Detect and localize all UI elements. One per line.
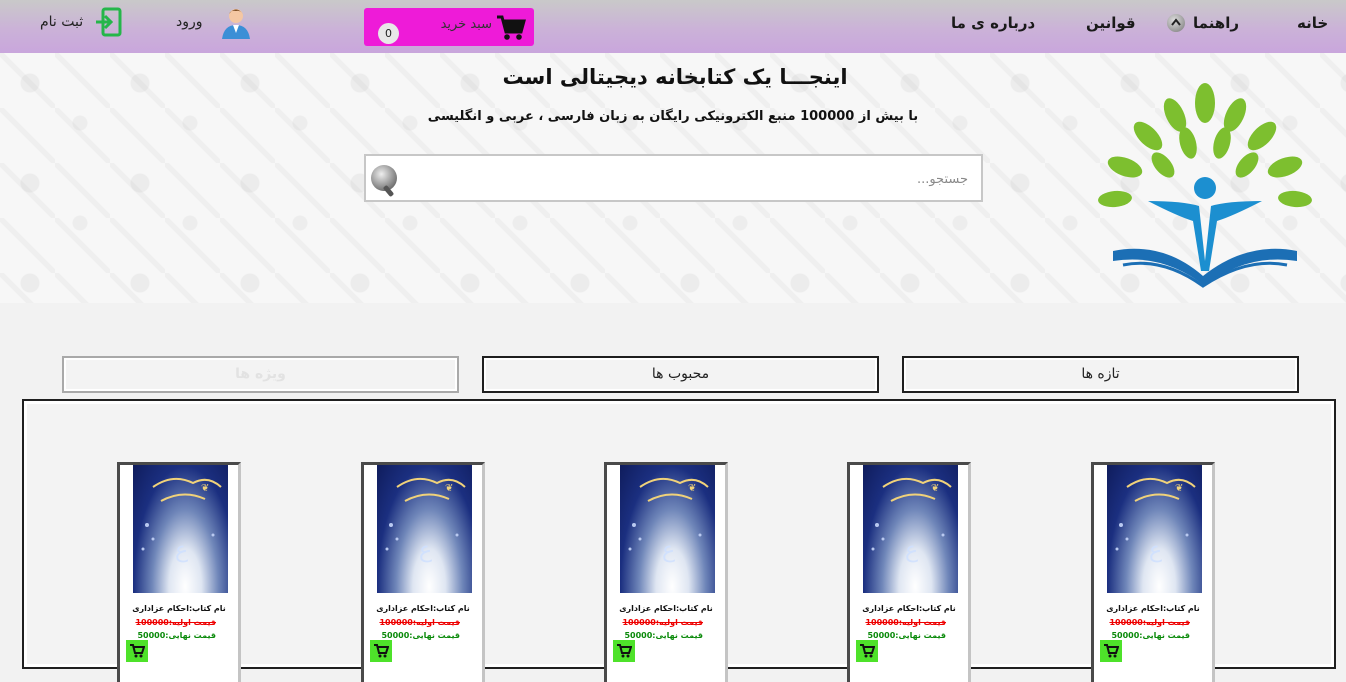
book-name: نام کتاب:احکام عزاداری [619, 604, 713, 613]
product-card[interactable]: ❦ ع نام کتاب:احکام عزاداری قیمت اولیه:10… [847, 462, 971, 682]
cart-button[interactable]: سبد خرید 0 [364, 8, 534, 46]
add-to-cart-button[interactable] [370, 640, 392, 662]
search-icon[interactable] [371, 165, 397, 191]
cart-label: سبد خرید [440, 17, 492, 32]
product-card[interactable]: ❦ ع نام کتاب:احکام عزاداری قیمت اولیه:10… [361, 462, 485, 682]
book-cover-image: ❦ ع [377, 465, 472, 593]
book-name: نام کتاب:احکام عزاداری [1106, 604, 1200, 613]
book-final-price: قیمت نهایی:50000 [624, 631, 703, 640]
search-input[interactable] [406, 156, 970, 202]
book-cover-image: ❦ ع [620, 465, 715, 593]
products-panel: ❦ ع نام کتاب:احکام عزاداری قیمت اولیه:10… [22, 399, 1336, 682]
cart-count-badge: 0 [378, 23, 399, 44]
chevron-up-icon[interactable] [1167, 14, 1185, 32]
nav-about[interactable]: درباره ی ما [951, 14, 1035, 32]
book-old-price: قیمت اولیه:100000 [622, 618, 703, 627]
book-final-price: قیمت نهایی:50000 [867, 631, 946, 640]
svg-text:ع: ع [905, 538, 918, 563]
svg-text:ع: ع [662, 538, 675, 563]
svg-text:ع: ع [419, 538, 432, 563]
book-final-price: قیمت نهایی:50000 [137, 631, 216, 640]
cart-icon [496, 14, 526, 46]
book-old-price: قیمت اولیه:100000 [1109, 618, 1190, 627]
book-name: نام کتاب:احکام عزاداری [376, 604, 470, 613]
add-to-cart-button[interactable] [126, 640, 148, 662]
top-navbar: خانه راهنما قوانین درباره ی ما سبد خرید … [0, 0, 1346, 53]
product-card[interactable]: ❦ ع نام کتاب:احکام عزاداری قیمت اولیه:10… [1091, 462, 1215, 682]
tab-popular[interactable]: محبوب ها [482, 356, 879, 393]
svg-text:❦: ❦ [1175, 483, 1183, 494]
enter-icon[interactable] [94, 7, 122, 41]
svg-text:ع: ع [175, 538, 188, 563]
tab-new[interactable]: تازه ها [902, 356, 1299, 393]
tab-special[interactable]: ویژه ها [62, 356, 459, 393]
user-icon[interactable] [218, 5, 254, 45]
book-name: نام کتاب:احکام عزاداری [862, 604, 956, 613]
book-name: نام کتاب:احکام عزاداری [132, 604, 226, 613]
svg-text:❦: ❦ [445, 483, 453, 494]
add-to-cart-button[interactable] [613, 640, 635, 662]
register-link[interactable]: ثبت نام [40, 14, 83, 30]
add-to-cart-button[interactable] [856, 640, 878, 662]
book-old-price: قیمت اولیه:100000 [865, 618, 946, 627]
svg-text:❦: ❦ [688, 483, 696, 494]
hero-banner: اینجـــا یک کتابخانه دیجیتالی است با بیش… [0, 53, 1346, 303]
book-final-price: قیمت نهایی:50000 [381, 631, 460, 640]
book-cover-image: ❦ ع [133, 465, 228, 593]
book-old-price: قیمت اولیه:100000 [135, 618, 216, 627]
nav-rules[interactable]: قوانین [1086, 14, 1136, 32]
book-final-price: قیمت نهایی:50000 [1111, 631, 1190, 640]
svg-text:ع: ع [1149, 538, 1162, 563]
nav-home[interactable]: خانه [1297, 14, 1328, 32]
book-cover-image: ❦ ع [863, 465, 958, 593]
search-box [364, 154, 983, 202]
tree-book-logo [1093, 81, 1317, 299]
nav-guide[interactable]: راهنما [1193, 14, 1239, 32]
book-old-price: قیمت اولیه:100000 [379, 618, 460, 627]
book-cover-image: ❦ ع [1107, 465, 1202, 593]
product-card[interactable]: ❦ ع نام کتاب:احکام عزاداری قیمت اولیه:10… [117, 462, 241, 682]
product-card[interactable]: ❦ ع نام کتاب:احکام عزاداری قیمت اولیه:10… [604, 462, 728, 682]
svg-text:❦: ❦ [931, 483, 939, 494]
svg-text:❦: ❦ [201, 483, 209, 494]
add-to-cart-button[interactable] [1100, 640, 1122, 662]
login-link[interactable]: ورود [176, 14, 203, 30]
